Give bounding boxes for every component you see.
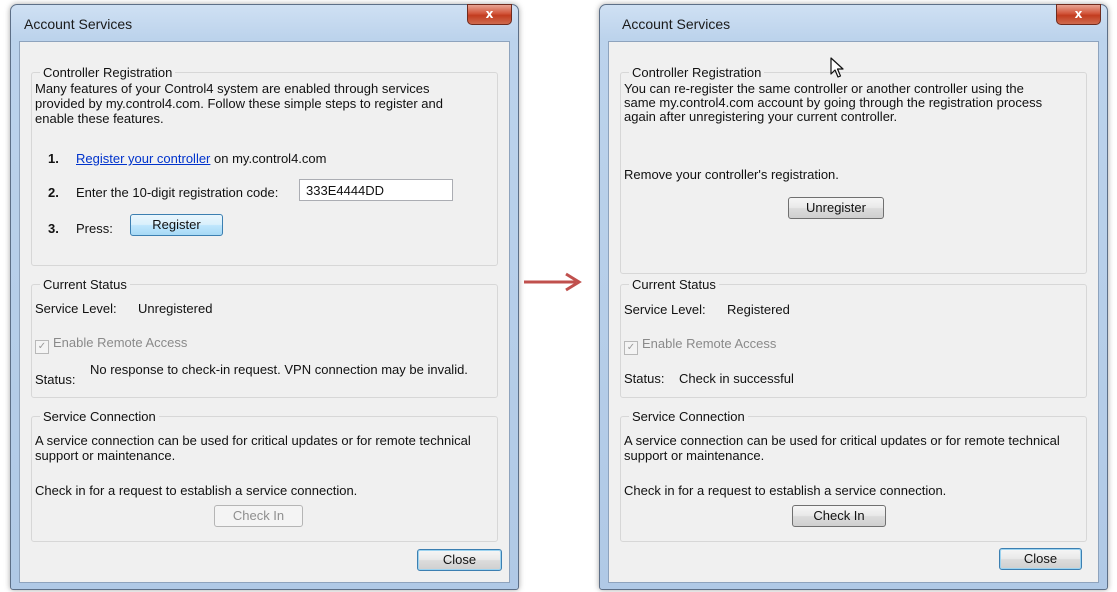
check-in-button[interactable]: Check In xyxy=(792,505,886,527)
step-3-number: 3. xyxy=(48,221,59,236)
step-1-rest: on my.control4.com xyxy=(210,151,327,166)
service-connection-legend: Service Connection xyxy=(40,409,159,424)
close-button[interactable]: Close xyxy=(417,549,502,571)
status-label: Status: xyxy=(35,372,76,387)
controller-registration-group: Controller Registration You can re-regis… xyxy=(620,65,1087,274)
enable-remote-access-checkbox[interactable]: ✓ Enable Remote Access xyxy=(35,335,187,354)
enable-remote-access-label: Enable Remote Access xyxy=(642,336,777,351)
window-close-button[interactable]: x xyxy=(467,4,512,25)
remove-registration-text: Remove your controller's registration. xyxy=(624,167,839,182)
enable-remote-access-label: Enable Remote Access xyxy=(53,335,188,350)
dialog-client-area: Controller Registration Many features of… xyxy=(19,41,510,583)
mouse-cursor-icon xyxy=(830,57,844,78)
register-button[interactable]: Register xyxy=(130,214,223,236)
controller-registration-legend: Controller Registration xyxy=(40,65,176,80)
service-connection-group: Service Connection A service connection … xyxy=(620,409,1087,542)
service-level-label: Service Level: xyxy=(624,302,706,317)
account-services-window-registered: Account Services x Controller Registrati… xyxy=(599,4,1108,590)
register-controller-link[interactable]: Register your controller xyxy=(76,151,210,166)
controller-registration-group: Controller Registration Many features of… xyxy=(31,65,498,266)
service-connection-group: Service Connection A service connection … xyxy=(31,409,498,542)
check-in-instructions: Check in for a request to establish a se… xyxy=(35,483,358,498)
step-3-text: Press: xyxy=(76,221,113,236)
account-services-window-unregistered: Account Services x Controller Registrati… xyxy=(10,4,519,590)
checkmark-icon: ✓ xyxy=(624,341,638,355)
status-value: Check in successful xyxy=(679,371,794,386)
registration-code-input[interactable]: 333E4444DD xyxy=(299,179,453,201)
step-2-number: 2. xyxy=(48,185,59,200)
close-button[interactable]: Close xyxy=(999,548,1082,570)
title-bar: Account Services x xyxy=(600,4,1107,41)
title-bar: Account Services x xyxy=(11,4,518,41)
controller-registration-legend: Controller Registration xyxy=(629,65,765,80)
step-1-number: 1. xyxy=(48,151,59,166)
registration-intro-text: Many features of your Control4 system ar… xyxy=(35,81,443,126)
unregister-button[interactable]: Unregister xyxy=(788,197,884,219)
current-status-legend: Current Status xyxy=(40,277,130,292)
service-connection-description: A service connection can be used for cri… xyxy=(35,433,471,463)
dialog-client-area: Controller Registration You can re-regis… xyxy=(608,41,1099,583)
status-value: No response to check-in request. VPN con… xyxy=(90,362,468,377)
service-level-label: Service Level: xyxy=(35,301,117,316)
reregister-intro-text: You can re-register the same controller … xyxy=(624,81,1043,124)
status-label: Status: xyxy=(624,371,665,386)
check-in-button[interactable]: Check In xyxy=(214,505,303,527)
current-status-legend: Current Status xyxy=(629,277,719,292)
window-title: Account Services xyxy=(24,16,133,32)
right-arrow-icon xyxy=(524,272,582,292)
step-2-text: Enter the 10-digit registration code: xyxy=(76,185,279,200)
check-in-instructions: Check in for a request to establish a se… xyxy=(624,483,947,498)
window-close-button[interactable]: x xyxy=(1056,4,1101,25)
checkmark-icon: ✓ xyxy=(35,340,49,354)
current-status-group: Current Status Service Level: Unregister… xyxy=(31,277,498,398)
current-status-group: Current Status Service Level: Registered… xyxy=(620,277,1087,398)
service-level-value: Registered xyxy=(727,302,790,317)
window-title: Account Services xyxy=(622,16,731,32)
enable-remote-access-checkbox[interactable]: ✓ Enable Remote Access xyxy=(624,336,776,355)
service-level-value: Unregistered xyxy=(138,301,213,316)
step-1-text: Register your controller on my.control4.… xyxy=(76,151,326,166)
service-connection-legend: Service Connection xyxy=(629,409,748,424)
service-connection-description: A service connection can be used for cri… xyxy=(624,433,1060,463)
